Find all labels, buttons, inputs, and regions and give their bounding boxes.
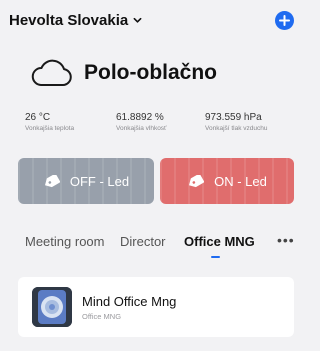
- stat-value: 61.8892 %: [116, 112, 164, 123]
- outdoor-pressure: 973.559 hPa Vonkajší tlak vzduchu: [205, 112, 268, 132]
- cloud-icon: [31, 59, 72, 86]
- device-name: Mind Office Mng: [82, 294, 177, 309]
- scene-label: ON - Led: [214, 173, 267, 189]
- active-tab-indicator: [211, 256, 220, 258]
- add-button[interactable]: [275, 11, 294, 30]
- chevron-down-icon: [133, 17, 142, 23]
- tag-icon: [189, 174, 205, 187]
- tab-office-mng[interactable]: Office MNG: [184, 234, 255, 249]
- header: Hevolta Slovakia: [0, 0, 301, 44]
- plus-icon: [279, 15, 290, 26]
- home-selector[interactable]: Hevolta Slovakia: [9, 12, 142, 29]
- device-room: Office MNG: [82, 312, 122, 321]
- stat-label: Vonkajšia vlhkosť: [116, 125, 167, 132]
- stat-label: Vonkajší tlak vzduchu: [205, 125, 268, 132]
- scene-off-led-button[interactable]: OFF - Led: [18, 158, 154, 204]
- scene-label: OFF - Led: [69, 173, 130, 189]
- tag-icon: [44, 174, 60, 187]
- stat-value: 973.559 hPa: [205, 112, 262, 123]
- scene-on-led-button[interactable]: ON - Led: [160, 158, 294, 204]
- weather-summary: Polo-oblačno: [30, 58, 217, 88]
- outdoor-temperature: 26 °C Vonkajšia teplota: [25, 112, 74, 132]
- more-horizontal-icon[interactable]: •••: [277, 232, 295, 248]
- room-tabs: Meeting room Director Office MNG: [0, 234, 301, 262]
- stat-label: Vonkajšia teplota: [25, 125, 75, 132]
- home-name: Hevolta Slovakia: [9, 12, 129, 29]
- device-thumbnail: [32, 287, 72, 327]
- weather-condition: Polo-oblačno: [84, 61, 217, 84]
- outdoor-humidity: 61.8892 % Vonkajšia vlhkosť: [116, 112, 167, 132]
- stat-value: 26 °C: [25, 112, 51, 123]
- tab-director[interactable]: Director: [120, 234, 166, 249]
- device-card[interactable]: Mind Office Mng Office MNG: [18, 277, 294, 337]
- weather-stats: 26 °C Vonkajšia teplota 61.8892 % Vonkaj…: [0, 112, 301, 142]
- device-image-icon: [32, 287, 72, 327]
- tab-meeting-room[interactable]: Meeting room: [25, 234, 104, 249]
